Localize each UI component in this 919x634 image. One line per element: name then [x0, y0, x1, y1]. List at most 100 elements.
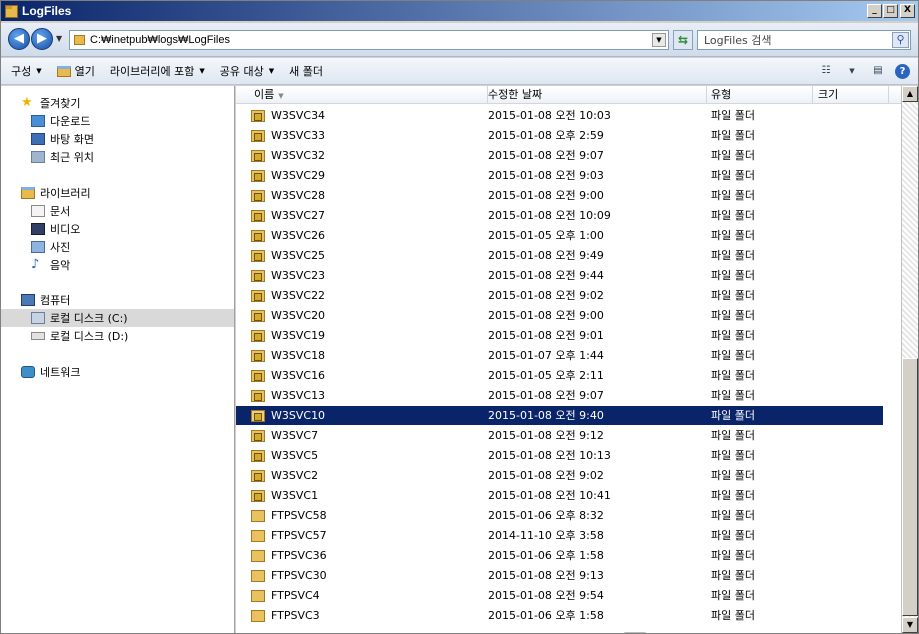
file-row[interactable]: FTPSVC3 2015-01-06 오후 1:58 파일 폴더 — [236, 606, 901, 625]
file-date: 2015-01-06 오후 8:32 — [488, 509, 604, 522]
file-row[interactable]: FTPSVC57 2014-11-10 오후 3:58 파일 폴더 — [236, 526, 901, 545]
include-library-menu[interactable]: 라이브러리에 포함 ▼ — [110, 63, 205, 79]
file-row[interactable]: W3SVC18 2015-01-07 오후 1:44 파일 폴더 — [236, 346, 901, 365]
open-button[interactable]: 열기 — [56, 63, 95, 79]
window-controls: _ □ X — [866, 4, 915, 18]
file-type: 파일 폴더 — [711, 489, 755, 502]
recent-places-icon — [31, 151, 45, 163]
file-row[interactable]: W3SVC32 2015-01-08 오전 9:07 파일 폴더 — [236, 146, 901, 165]
computer-icon — [21, 294, 35, 306]
app-overlay-icon — [622, 632, 648, 633]
file-row[interactable]: W3SVC28 2015-01-08 오전 9:00 파일 폴더 — [236, 186, 901, 205]
file-row[interactable]: W3SVC29 2015-01-08 오전 9:03 파일 폴더 — [236, 166, 901, 185]
file-row[interactable]: W3SVC26 2015-01-05 오후 1:00 파일 폴더 — [236, 226, 901, 245]
column-type[interactable]: 유형 — [706, 86, 813, 104]
share-with-menu[interactable]: 공유 대상 ▼ — [220, 63, 274, 79]
file-name: W3SVC33 — [271, 129, 326, 142]
nav-documents[interactable]: 문서 — [31, 202, 70, 220]
column-name[interactable]: 이름 ▼ — [249, 86, 488, 104]
network-icon — [21, 366, 35, 378]
back-button[interactable]: ◀ — [8, 28, 30, 50]
file-row[interactable]: W3SVC10 2015-01-08 오전 9:40 파일 폴더 — [236, 406, 883, 425]
nav-recent[interactable]: 최근 위치 — [31, 148, 94, 166]
file-row[interactable]: W3SVC25 2015-01-08 오전 9:49 파일 폴더 — [236, 246, 901, 265]
address-row: ◀ ▶ ▼ C:₩inetpub₩logs₩LogFiles ▼ ⇆ LogFi… — [1, 23, 918, 57]
nav-favorites[interactable]: ★ 즐겨찾기 — [21, 94, 80, 112]
nav-pictures[interactable]: 사진 — [31, 238, 70, 256]
downloads-icon — [31, 115, 45, 127]
organize-menu[interactable]: 구성 ▼ — [11, 63, 42, 79]
nav-local-disk-c[interactable]: 로컬 디스크 (C:) — [1, 309, 234, 327]
file-row[interactable]: W3SVC5 2015-01-08 오전 10:13 파일 폴더 — [236, 446, 901, 465]
file-date: 2015-01-08 오전 9:01 — [488, 329, 604, 342]
folder-icon — [251, 610, 265, 622]
folder-icon — [251, 570, 265, 582]
locked-folder-icon — [251, 490, 265, 502]
locked-folder-icon — [251, 370, 265, 382]
nav-local-disk-d[interactable]: 로컬 디스크 (D:) — [31, 327, 128, 345]
title-bar[interactable]: LogFiles _ □ X — [1, 1, 918, 21]
file-date: 2015-01-05 오후 1:00 — [488, 229, 604, 242]
nav-label: 음악 — [50, 259, 71, 272]
nav-downloads[interactable]: 다운로드 — [31, 112, 90, 130]
scroll-down-button[interactable]: ▼ — [902, 617, 918, 633]
new-folder-button[interactable]: 새 폴더 — [289, 63, 323, 79]
locked-folder-icon — [251, 270, 265, 282]
file-row[interactable]: W3SVC34 2015-01-08 오전 10:03 파일 폴더 — [236, 106, 901, 125]
video-icon — [31, 223, 45, 235]
nav-libraries[interactable]: 라이브러리 — [21, 184, 91, 202]
file-row[interactable]: W3SVC27 2015-01-08 오전 10:09 파일 폴더 — [236, 206, 901, 225]
file-date: 2015-01-08 오전 10:03 — [488, 109, 611, 122]
file-type: 파일 폴더 — [711, 189, 755, 202]
maximize-button[interactable]: □ — [883, 4, 898, 18]
refresh-button[interactable]: ⇆ — [673, 30, 693, 50]
file-row[interactable]: FTPSVC30 2015-01-08 오전 9:13 파일 폴더 — [236, 566, 901, 585]
file-row[interactable]: W3SVC2 2015-01-08 오전 9:02 파일 폴더 — [236, 466, 901, 485]
chevron-down-icon[interactable]: ▼ — [843, 63, 861, 79]
nav-network[interactable]: 네트워크 — [21, 363, 80, 381]
file-row[interactable]: W3SVC7 2015-01-08 오전 9:12 파일 폴더 — [236, 426, 901, 445]
file-row[interactable]: FTPSVC4 2015-01-08 오전 9:54 파일 폴더 — [236, 586, 901, 605]
recent-pages-dropdown[interactable]: ▼ — [56, 34, 62, 43]
forward-button[interactable]: ▶ — [31, 28, 53, 50]
file-row[interactable]: W3SVC16 2015-01-05 오후 2:11 파일 폴더 — [236, 366, 901, 385]
close-button[interactable]: X — [900, 4, 915, 18]
file-name: W3SVC22 — [271, 289, 326, 302]
file-row[interactable]: W3SVC13 2015-01-08 오전 9:07 파일 폴더 — [236, 386, 901, 405]
preview-pane-icon[interactable]: ▤ — [869, 63, 887, 79]
file-row[interactable]: W3SVC20 2015-01-08 오전 9:00 파일 폴더 — [236, 306, 901, 325]
file-date: 2015-01-08 오전 9:00 — [488, 309, 604, 322]
nav-music[interactable]: ♪ 음악 — [31, 256, 70, 274]
vertical-scrollbar[interactable]: ▲ ▼ — [901, 86, 918, 633]
file-row[interactable]: W3SVC33 2015-01-08 오후 2:59 파일 폴더 — [236, 126, 901, 145]
file-row[interactable]: W3SVC23 2015-01-08 오전 9:44 파일 폴더 — [236, 266, 901, 285]
file-row[interactable]: W3SVC22 2015-01-08 오전 9:02 파일 폴더 — [236, 286, 901, 305]
file-row[interactable]: W3SVC1 2015-01-08 오전 10:41 파일 폴더 — [236, 486, 901, 505]
file-row[interactable]: FTPSVC36 2015-01-06 오후 1:58 파일 폴더 — [236, 546, 901, 565]
nav-videos[interactable]: 비디오 — [31, 220, 80, 238]
file-name: W3SVC25 — [271, 249, 326, 262]
nav-computer[interactable]: 컴퓨터 — [21, 291, 70, 309]
column-size[interactable]: 크기 — [813, 86, 889, 104]
minimize-button[interactable]: _ — [867, 4, 882, 18]
search-input[interactable]: LogFiles 검색 ⚲ — [697, 30, 911, 50]
folder-icon — [251, 590, 265, 602]
scrollbar-thumb[interactable] — [902, 358, 918, 616]
help-icon[interactable]: ? — [895, 63, 910, 79]
chevron-down-icon: ▼ — [36, 67, 42, 75]
locked-folder-icon — [251, 290, 265, 302]
music-icon: ♪ — [31, 257, 40, 272]
address-bar[interactable]: C:₩inetpub₩logs₩LogFiles ▼ — [69, 30, 669, 50]
file-row[interactable]: FTPSVC58 2015-01-06 오후 8:32 파일 폴더 — [236, 506, 901, 525]
search-icon[interactable]: ⚲ — [892, 32, 909, 48]
folder-icon — [251, 510, 265, 522]
file-type: 파일 폴더 — [711, 309, 755, 322]
address-dropdown-button[interactable]: ▼ — [652, 33, 666, 47]
column-date[interactable]: 수정한 날짜 — [483, 86, 707, 104]
file-list-pane: 이름 ▼ 수정한 날짜 유형 크기 W3SVC34 2015-01-08 오전 10… — [236, 86, 918, 633]
file-row[interactable]: W3SVC19 2015-01-08 오전 9:01 파일 폴더 — [236, 326, 901, 345]
nav-desktop[interactable]: 바탕 화면 — [31, 130, 94, 148]
scroll-up-button[interactable]: ▲ — [902, 86, 918, 102]
view-options-icon[interactable]: ☷ — [817, 63, 835, 79]
address-path[interactable]: C:₩inetpub₩logs₩LogFiles — [90, 34, 230, 46]
